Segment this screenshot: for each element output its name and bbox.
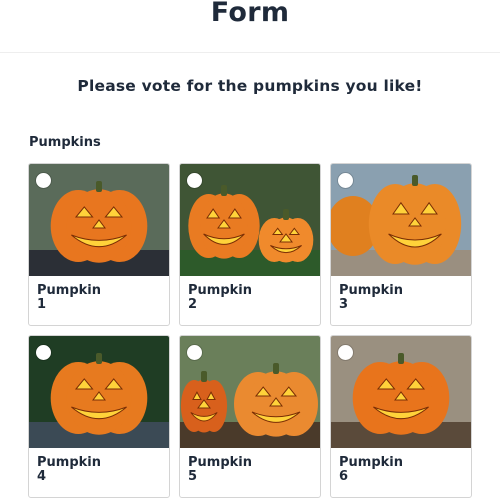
option-label: Pumpkin 3 [339,283,403,312]
option-label: Pumpkin 6 [339,455,403,484]
option-label: Pumpkin 5 [188,455,252,484]
option-label: Pumpkin 4 [37,455,101,484]
option-card-1[interactable]: Pumpkin 1 [28,163,170,326]
section-label: Pumpkins [29,135,101,150]
radio-button[interactable] [187,173,202,188]
radio-button[interactable] [187,345,202,360]
option-card-6[interactable]: Pumpkin 6 [330,335,472,498]
option-label: Pumpkin 1 [37,283,101,312]
option-card-4[interactable]: Pumpkin 4 [28,335,170,498]
option-label: Pumpkin 2 [188,283,252,312]
radio-button[interactable] [338,345,353,360]
form-question: Please vote for the pumpkins you like! [77,77,423,95]
page-title: Form [210,0,290,28]
pumpkin-options-grid: Pumpkin 1 Pumpkin 2 Pumpkin 3 Pumpkin 4 … [28,163,472,498]
radio-button[interactable] [36,345,51,360]
option-card-3[interactable]: Pumpkin 3 [330,163,472,326]
radio-button[interactable] [36,173,51,188]
form-header: Form [0,0,500,53]
option-card-5[interactable]: Pumpkin 5 [179,335,321,498]
option-card-2[interactable]: Pumpkin 2 [179,163,321,326]
radio-button[interactable] [338,173,353,188]
